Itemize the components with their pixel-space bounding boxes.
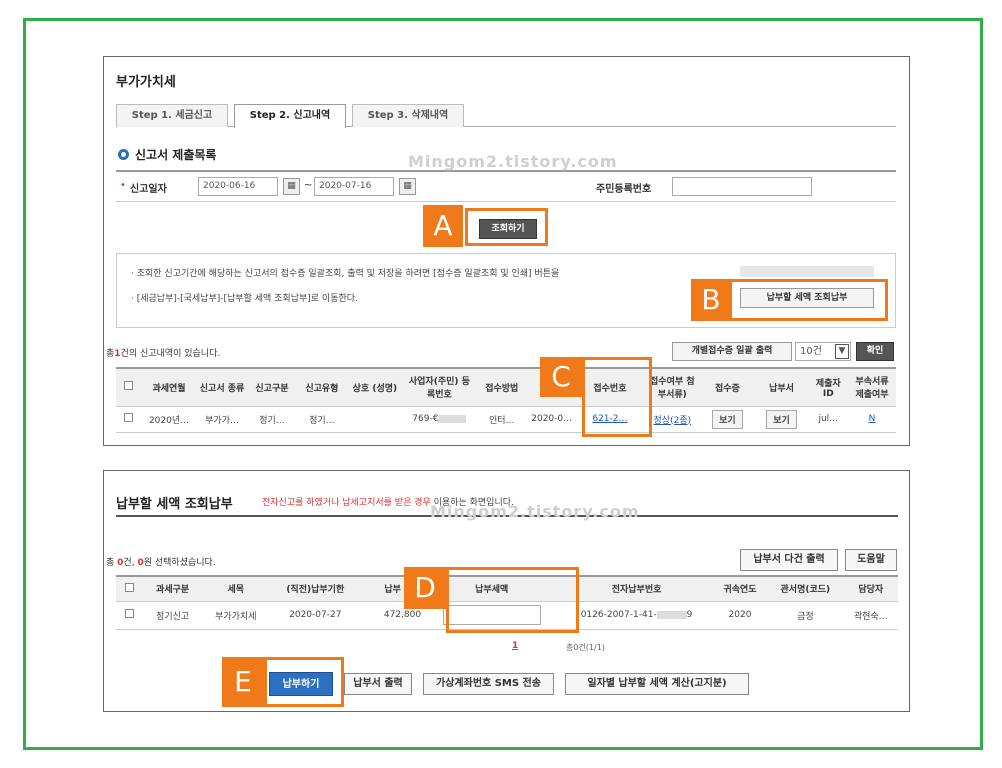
select-all-checkbox[interactable] xyxy=(123,381,133,391)
result-count: 총1건의 신고내역이 있습니다. xyxy=(106,349,221,359)
cell: 0126-2007-1-41- 9 xyxy=(560,601,713,630)
attachment-submitted-link[interactable]: N xyxy=(869,414,876,424)
cell: 금정 xyxy=(767,601,844,630)
col-header: 접수방법 xyxy=(475,367,528,407)
cell: 정기신고 xyxy=(142,601,204,630)
multi-print-button[interactable]: 납부서 다건 출력 xyxy=(740,549,838,571)
col-header: 상호 (성명) xyxy=(346,367,403,407)
panel-title: 납부할 세액 조회납부 xyxy=(116,497,233,512)
marker-c: C xyxy=(540,357,582,397)
header-checkbox xyxy=(116,367,141,407)
col-header: 접수여부 첨부서류) xyxy=(644,367,701,407)
col-header: 전자납부번호 xyxy=(560,575,713,602)
cell: 769-€ xyxy=(402,406,476,433)
required-mark: • xyxy=(120,180,126,191)
step-tabs: Step 1. 세금신고 Step 2. 신고내역 Step 3. 삭제내역 xyxy=(116,104,896,128)
cell: 인터… xyxy=(475,406,528,433)
page-size-select[interactable]: 10건 ▼ xyxy=(795,342,851,361)
select-all-checkbox[interactable] xyxy=(124,582,134,592)
cell: jul… xyxy=(808,406,849,433)
col-header: 부속서류 제출여부 xyxy=(848,367,896,407)
marker-d: D xyxy=(404,567,446,609)
section-title-label: 신고서 제출목록 xyxy=(135,148,217,162)
date-label: 신고일자 xyxy=(130,184,167,195)
date-tilde: ~ xyxy=(304,180,313,191)
vat-report-panel: 부가가치세 Step 1. 세금신고 Step 2. 신고내역 Step 3. … xyxy=(103,56,910,446)
col-header: 과세연월 xyxy=(140,367,198,407)
help-button[interactable]: 도움말 xyxy=(845,549,897,571)
page-number[interactable]: 1 xyxy=(512,641,518,651)
col-header: 신고구분 xyxy=(247,367,297,407)
calendar-icon[interactable]: ▦ xyxy=(399,178,416,195)
section-title: 신고서 제출목록 xyxy=(118,146,216,163)
sms-send-button[interactable]: 가상계좌번호 SMS 전송 xyxy=(423,673,554,695)
marker-e: E xyxy=(222,657,264,707)
date-to-input[interactable]: 2020-07-16 xyxy=(314,177,394,196)
cell: 곽현숙… xyxy=(843,601,898,630)
col-header: 제출자 ID xyxy=(808,367,849,407)
col-header: 귀속연도 xyxy=(712,575,768,602)
marker-c-box xyxy=(582,357,652,437)
row-checkbox[interactable] xyxy=(123,413,133,422)
col-header: 신고유형 xyxy=(296,367,347,407)
resident-number-input[interactable] xyxy=(672,177,812,196)
col-header: 관서명(코드) xyxy=(767,575,844,602)
print-bill-button[interactable]: 납부서 출력 xyxy=(344,673,412,695)
date-from-input[interactable]: 2020-06-16 xyxy=(198,177,278,196)
marker-d-box xyxy=(446,567,579,633)
page-title: 부가가치세 xyxy=(116,75,176,90)
bulk-print-button[interactable]: 개별접수증 일괄 출력 xyxy=(672,342,792,361)
selected-summary: 총 0건, 0원 선택하셨습니다. xyxy=(106,558,216,568)
marker-a: A xyxy=(423,205,463,247)
confirm-button[interactable]: 확인 xyxy=(856,342,894,361)
cell: 부가가… xyxy=(197,406,248,433)
watermark: Mingom2.tistory.com xyxy=(408,152,618,171)
view-receipt-button[interactable]: 보기 xyxy=(712,409,743,429)
info-line-2: · [세금납부]-[국세납부]-[납부할 세액 조회납부]로 이동한다. xyxy=(131,294,358,304)
blurred-area xyxy=(656,610,687,619)
cell: 2020-0… xyxy=(527,406,576,433)
col-header: 세목 xyxy=(203,575,269,602)
cell: 부가가치세 xyxy=(203,601,269,630)
hidden-button-bar xyxy=(740,266,874,277)
blurred-area xyxy=(438,414,467,423)
cell: 2020년… xyxy=(140,406,198,433)
col-header: 사업자(주민) 등록번호 xyxy=(402,367,476,407)
chevron-down-icon[interactable]: ▼ xyxy=(835,344,849,359)
cell xyxy=(346,406,403,433)
marker-b-box xyxy=(729,279,888,321)
view-bill-button[interactable]: 보기 xyxy=(766,409,797,429)
marker-a-box xyxy=(465,208,548,246)
cell: 2020-07-27 xyxy=(268,601,363,630)
resident-number-label: 주민등록번호 xyxy=(596,184,652,195)
attachment-status-link[interactable]: 정상(2종) xyxy=(654,416,692,426)
info-line-1: · 조회한 신고기간에 해당하는 신고서의 접수증 일괄조회, 출력 및 저장을… xyxy=(131,269,560,279)
col-header: 신고서 종류 xyxy=(197,367,248,407)
circle-bullet-icon xyxy=(118,149,129,160)
marker-b: B xyxy=(691,279,731,321)
watermark: Mingom2.tistory.com xyxy=(430,502,640,521)
daily-tax-calc-button[interactable]: 일자별 납부할 세액 계산(고지분) xyxy=(565,673,749,695)
col-header: 과세구분 xyxy=(142,575,204,602)
marker-e-box xyxy=(264,657,344,707)
tab-step1[interactable]: Step 1. 세금신고 xyxy=(116,104,228,127)
report-table: 과세연월 신고서 종류 신고구분 신고유형 상호 (성명) 사업자(주민) 등록… xyxy=(116,367,896,433)
col-header: 접수증 xyxy=(700,367,755,407)
cell: 정기… xyxy=(296,406,347,433)
tab-step3[interactable]: Step 3. 삭제내역 xyxy=(352,104,464,127)
calendar-icon[interactable]: ▦ xyxy=(283,178,300,195)
col-header: (직전)납부기한 xyxy=(268,575,363,602)
tab-step2[interactable]: Step 2. 신고내역 xyxy=(234,104,346,128)
row-checkbox[interactable] xyxy=(124,609,134,618)
search-form: • 신고일자 2020-06-16 ▦ ~ 2020-07-16 ▦ 주민등록번… xyxy=(116,170,896,202)
col-header: 담당자 xyxy=(843,575,898,602)
page-total: 총0건(1/1) xyxy=(566,643,605,652)
cell: 정기… xyxy=(247,406,297,433)
table-row[interactable]: 2020년… 부가가… 정기… 정기… 769-€ 인터… 2020-0… 62… xyxy=(116,406,896,433)
cell: 2020 xyxy=(712,601,768,630)
col-header: 납부서 xyxy=(754,367,809,407)
